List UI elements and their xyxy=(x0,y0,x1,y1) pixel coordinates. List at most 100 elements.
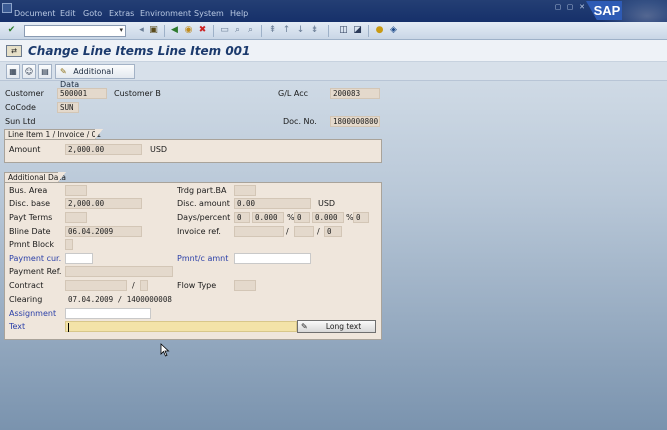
payment-ref-field[interactable] xyxy=(65,266,173,277)
additional-data-tab-label: Additional Data xyxy=(4,172,66,182)
title-bar: ⇄ Change Line Items Line Item 001 xyxy=(0,40,667,62)
text-cursor xyxy=(68,322,69,332)
find-next-icon[interactable]: ⌕ xyxy=(245,25,256,36)
document-icon[interactable]: ▤ xyxy=(38,64,52,79)
cancel-icon[interactable]: ✖ xyxy=(197,25,208,36)
invoice-ref-doc-field[interactable] xyxy=(234,226,284,237)
payment-cur-field[interactable] xyxy=(65,253,93,264)
menu-extras[interactable]: Extras xyxy=(109,9,134,18)
assignment-label: Assignment xyxy=(9,309,57,318)
last-page-icon[interactable]: ⇟ xyxy=(309,25,320,36)
text-label: Text xyxy=(9,322,26,331)
close-window-icon[interactable]: ✕ xyxy=(578,3,586,11)
pmnt-block-label: Pmnt Block xyxy=(9,240,55,249)
payment-ref-label: Payment Ref. xyxy=(9,267,62,276)
previous-page-icon[interactable]: ↑ xyxy=(281,25,292,36)
assignment-field[interactable] xyxy=(65,308,151,319)
gl-acc-field[interactable]: 200083 xyxy=(330,88,380,99)
menu-edit[interactable]: Edit xyxy=(60,9,76,18)
menu-goto[interactable]: Goto xyxy=(83,9,102,18)
bline-date-field[interactable]: 06.04.2009 xyxy=(65,226,142,237)
invoice-ref-label: Invoice ref. xyxy=(177,227,221,236)
days2-field[interactable]: 0 xyxy=(294,212,310,223)
sap-logo: SAP xyxy=(586,1,622,20)
standard-toolbar: ✔ ▾ ◂ ▣ ◀ ◉ ✖ ▭ ⌕ ⌕ ⇞ ↑ ↓ ⇟ ◫ ◪ ● ◈ xyxy=(0,22,667,40)
first-page-icon[interactable]: ⇞ xyxy=(267,25,278,36)
shortcut-icon[interactable]: ◪ xyxy=(352,25,363,36)
contract-separator: / xyxy=(132,281,135,290)
application-toolbar: ▦ ☺ ▤ ✎ Additional Data xyxy=(0,62,667,89)
line-item-tab-label: Line Item 1 / Invoice / 01 xyxy=(4,129,103,139)
find-icon[interactable]: ⌕ xyxy=(232,25,243,36)
pct2-field[interactable]: 0.000 xyxy=(312,212,344,223)
long-text-button[interactable]: ✎ Long text xyxy=(297,320,376,333)
menu-system[interactable]: System xyxy=(194,9,224,18)
next-page-icon[interactable]: ↓ xyxy=(295,25,306,36)
menu-environment[interactable]: Environment xyxy=(140,9,191,18)
flow-type-field[interactable] xyxy=(234,280,256,291)
pmnt-block-field[interactable] xyxy=(65,239,73,250)
disc-amount-field[interactable]: 0.00 xyxy=(234,198,311,209)
command-field-dropdown-icon[interactable]: ▾ xyxy=(119,26,123,34)
save-icon[interactable]: ▣ xyxy=(148,25,159,36)
gl-acc-label: G/L Acc xyxy=(278,89,309,98)
contract-type-field[interactable] xyxy=(140,280,148,291)
disc-amount-label: Disc. amount xyxy=(177,199,230,208)
days3-field[interactable]: 0 xyxy=(353,212,369,223)
exit-icon[interactable]: ◉ xyxy=(183,25,194,36)
maximize-icon[interactable]: ▢ xyxy=(566,3,574,11)
bline-date-label: Bline Date xyxy=(9,227,51,236)
pmnt-amnt-label: Pmnt/c amnt xyxy=(177,254,229,263)
trdg-part-field[interactable] xyxy=(234,185,256,196)
new-session-icon[interactable]: ◫ xyxy=(338,25,349,36)
system-menu-icon[interactable] xyxy=(2,3,12,13)
amount-field[interactable]: 2,000.00 xyxy=(65,144,142,155)
invoice-ref-separator-2: / xyxy=(317,227,320,236)
customer-icon[interactable]: ☺ xyxy=(22,64,36,79)
disc-base-field[interactable]: 2,000.00 xyxy=(65,198,142,209)
mouse-cursor-icon xyxy=(160,343,170,357)
enter-check-icon[interactable]: ✔ xyxy=(6,25,17,36)
additional-data-button[interactable]: ✎ Additional Data xyxy=(55,64,135,89)
menu-help[interactable]: Help xyxy=(230,9,248,18)
days1-field[interactable]: 0 xyxy=(234,212,250,223)
cocode-field[interactable]: SUN xyxy=(57,102,79,113)
long-text-label: Long text xyxy=(325,322,362,331)
pmnt-amnt-field[interactable] xyxy=(234,253,311,264)
contract-label: Contract xyxy=(9,281,44,290)
amount-label: Amount xyxy=(9,145,41,154)
pct1-field[interactable]: 0.000 xyxy=(252,212,284,223)
help-icon[interactable]: ● xyxy=(374,25,385,36)
menu-document[interactable]: Document xyxy=(14,9,55,18)
customer-field[interactable]: 500001 xyxy=(57,88,107,99)
clearing-value: 07.04.2009 / 1400000008 xyxy=(65,294,173,305)
long-text-icon: ✎ xyxy=(301,322,308,331)
back-icon[interactable]: ◀ xyxy=(169,25,180,36)
company-name: Sun Ltd xyxy=(5,117,36,126)
line-item-group xyxy=(4,139,382,163)
invoice-ref-item-field[interactable]: 0 xyxy=(324,226,342,237)
payt-terms-label: Payt Terms xyxy=(9,213,53,222)
bus-area-field[interactable] xyxy=(65,185,87,196)
doc-no-field[interactable]: 1800000800 xyxy=(330,116,380,127)
payt-terms-field[interactable] xyxy=(65,212,87,223)
history-back-icon[interactable]: ◂ xyxy=(136,25,147,36)
disc-base-label: Disc. base xyxy=(9,199,51,208)
customize-layout-icon[interactable]: ◈ xyxy=(388,25,399,36)
flow-type-label: Flow Type xyxy=(177,281,217,290)
minimize-icon[interactable]: ▢ xyxy=(554,3,562,11)
contract-field[interactable] xyxy=(65,280,127,291)
overview-icon[interactable]: ▦ xyxy=(6,64,20,79)
customer-label: Customer xyxy=(5,89,44,98)
print-icon[interactable]: ▭ xyxy=(219,25,230,36)
command-field[interactable]: ▾ xyxy=(24,25,126,37)
display-change-icon[interactable]: ⇄ xyxy=(6,45,22,57)
amount-currency: USD xyxy=(150,145,168,154)
payment-cur-label: Payment cur. xyxy=(9,254,62,263)
bus-area-label: Bus. Area xyxy=(9,186,48,195)
doc-no-label: Doc. No. xyxy=(283,117,317,126)
menu-bar: Document Edit Goto Extras Environment Sy… xyxy=(0,0,667,40)
text-field[interactable] xyxy=(65,321,297,332)
invoice-ref-year-field[interactable] xyxy=(294,226,314,237)
trdg-part-label: Trdg part.BA xyxy=(177,186,227,195)
